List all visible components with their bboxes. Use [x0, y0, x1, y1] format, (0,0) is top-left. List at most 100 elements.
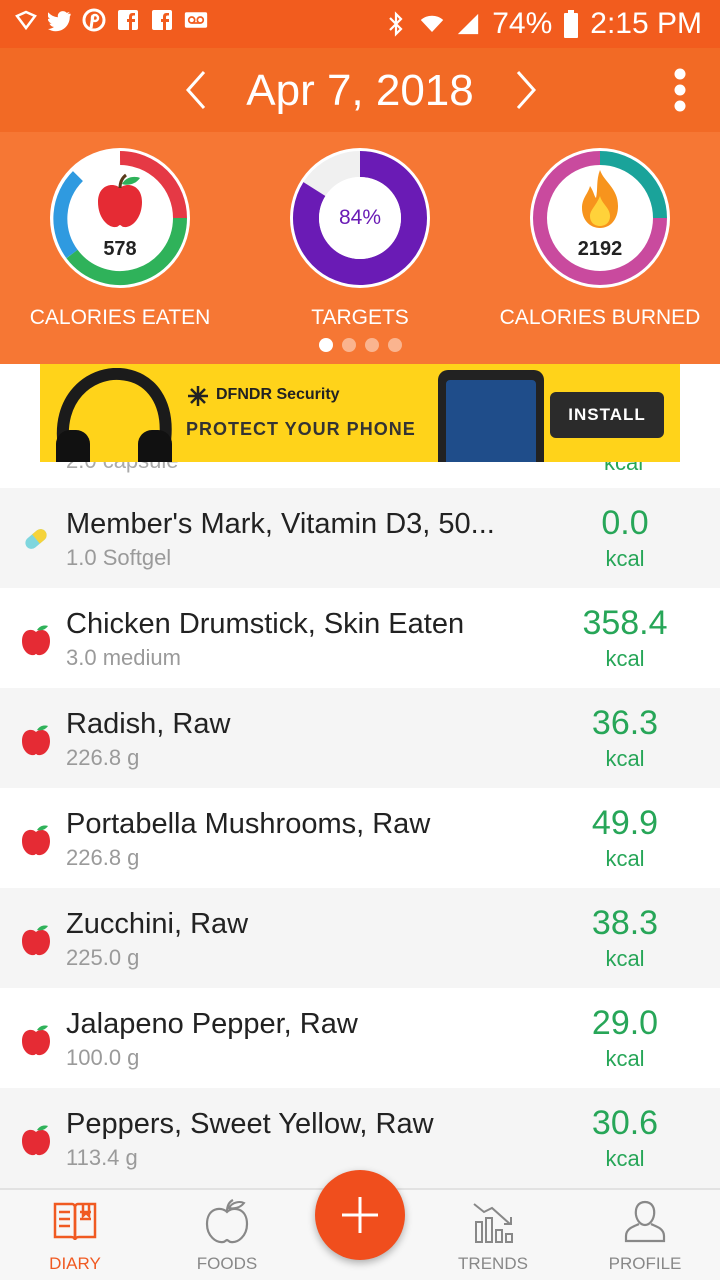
apple-icon: [98, 173, 142, 228]
food-name: Jalapeno Pepper, Raw: [66, 1008, 358, 1040]
more-vertical-icon: [674, 68, 686, 112]
food-name: Radish, Raw: [66, 708, 231, 740]
calories-burned-value: 2192: [577, 238, 623, 260]
tab-foods-label: FOODS: [196, 1254, 258, 1273]
food-name: Peppers, Sweet Yellow, Raw: [66, 1108, 434, 1140]
calories-burned-ring[interactable]: 2192: [528, 146, 672, 290]
current-date[interactable]: Apr 7, 2018: [0, 66, 720, 116]
partial-food-row[interactable]: 2.0 capsule kcal: [0, 462, 720, 488]
apple-outline-icon: [205, 1199, 249, 1244]
notification-icons: [14, 8, 208, 32]
apple-icon: [22, 825, 50, 856]
list-item[interactable]: Portabella Mushrooms, Raw 226.8 g 49.9 k…: [0, 788, 720, 888]
next-day-button[interactable]: [508, 68, 542, 112]
ad-tagline: PROTECT YOUR PHONE: [186, 419, 416, 439]
ad-banner[interactable]: DFNDR Security PROTECT YOUR PHONE INSTAL…: [40, 364, 680, 462]
date-header: Apr 7, 2018: [0, 48, 720, 132]
calories-eaten-label: CALORIES EATEN: [29, 306, 211, 329]
list-item[interactable]: Jalapeno Pepper, Raw 100.0 g 29.0 kcal: [0, 988, 720, 1088]
food-calories: 358.4: [582, 604, 668, 642]
food-calories: 0.0: [601, 504, 649, 542]
targets-value: 84%: [338, 206, 382, 229]
food-calories: 30.6: [591, 1104, 659, 1142]
wifi-icon: [420, 12, 444, 36]
food-portion: 1.0 Softgel: [66, 545, 172, 570]
calories-burned-label: CALORIES BURNED: [499, 306, 701, 329]
food-portion: 226.8 g: [66, 745, 140, 770]
partial-food-portion: 2.0 capsule: [66, 462, 179, 474]
food-portion: 225.0 g: [66, 945, 140, 970]
flame-icon: [582, 170, 618, 228]
facebook-icon: [150, 8, 174, 32]
apple-icon: [22, 1025, 50, 1056]
food-name: Portabella Mushrooms, Raw: [66, 808, 431, 840]
list-item[interactable]: Radish, Raw 226.8 g 36.3 kcal: [0, 688, 720, 788]
targets-label: TARGETS: [311, 306, 409, 329]
food-portion: 113.4 g: [66, 1145, 138, 1170]
food-diary-list: Member's Mark, Vitamin D3, 50... 1.0 Sof…: [0, 488, 720, 1188]
clock: 2:15 PM: [590, 7, 702, 40]
food-calories: 38.3: [591, 904, 659, 942]
apple-icon: [22, 1125, 50, 1156]
voicemail-icon: [184, 8, 208, 32]
food-name: Chicken Drumstick, Skin Eaten: [66, 608, 465, 640]
system-status: 74% 2:15 PM: [384, 7, 702, 41]
food-name: Member's Mark, Vitamin D3, 50...: [66, 508, 495, 540]
page-dot[interactable]: [318, 338, 333, 352]
calories-unit: kcal: [605, 746, 645, 771]
headphones-image: [56, 368, 172, 462]
apple-icon: [22, 925, 50, 956]
page-dot[interactable]: [364, 338, 379, 352]
plus-icon: [342, 1197, 378, 1233]
apple-icon: [22, 625, 50, 656]
page-dot[interactable]: [341, 338, 356, 352]
calories-unit: kcal: [605, 1046, 645, 1071]
status-bar: 74% 2:15 PM: [0, 0, 720, 48]
chevron-right-icon: [516, 71, 537, 109]
targets-ring[interactable]: 84%: [288, 146, 432, 290]
pill-icon: [25, 529, 47, 549]
tab-diary[interactable]: DIARY: [0, 1190, 150, 1280]
calories-unit: kcal: [605, 1146, 645, 1171]
page-dot[interactable]: [387, 338, 402, 352]
phone-image: [438, 370, 544, 462]
notification-icon: [14, 8, 38, 32]
ad-brand: DFNDR Security: [216, 386, 340, 403]
food-calories: 49.9: [591, 804, 659, 842]
battery-icon: [564, 10, 579, 38]
overflow-menu-button[interactable]: [664, 68, 696, 116]
ad-install-button[interactable]: INSTALL: [550, 392, 664, 438]
add-entry-button[interactable]: [315, 1170, 405, 1260]
tab-profile[interactable]: PROFILE: [570, 1190, 720, 1280]
food-calories: 36.3: [591, 704, 659, 742]
tab-trends[interactable]: TRENDS: [418, 1190, 568, 1280]
signal-icon: [456, 12, 480, 36]
food-portion: 3.0 medium: [66, 645, 181, 670]
calories-unit: kcal: [605, 946, 645, 971]
trends-icon: [473, 1203, 513, 1243]
calories-eaten-value: 578: [103, 238, 137, 260]
calories-unit: kcal: [605, 646, 645, 671]
pinterest-icon: [82, 8, 106, 32]
food-name: Zucchini, Raw: [66, 908, 249, 940]
facebook-icon: [116, 8, 140, 32]
list-item[interactable]: Member's Mark, Vitamin D3, 50... 1.0 Sof…: [0, 488, 720, 588]
summary-rings-panel[interactable]: 578 CALORIES EATEN 84% TARGETS 2192 CALO…: [0, 132, 720, 364]
food-portion: 100.0 g: [66, 1045, 140, 1070]
food-portion: 226.8 g: [66, 845, 140, 870]
calories-unit: kcal: [605, 546, 645, 571]
calories-unit: kcal: [605, 846, 645, 871]
list-item[interactable]: Chicken Drumstick, Skin Eaten 3.0 medium…: [0, 588, 720, 688]
battery-percent: 74%: [492, 7, 553, 40]
dfndr-logo-icon: [188, 386, 208, 406]
bluetooth-icon: [384, 11, 408, 37]
partial-food-unit: kcal: [604, 462, 644, 475]
calories-eaten-ring[interactable]: 578: [48, 146, 192, 290]
apple-icon: [22, 725, 50, 756]
diary-icon: [53, 1202, 97, 1241]
list-item[interactable]: Zucchini, Raw 225.0 g 38.3 kcal: [0, 888, 720, 988]
tab-foods[interactable]: FOODS: [152, 1190, 302, 1280]
food-calories: 29.0: [591, 1004, 659, 1042]
page-indicator[interactable]: [0, 338, 720, 352]
tab-diary-label: DIARY: [49, 1254, 101, 1273]
